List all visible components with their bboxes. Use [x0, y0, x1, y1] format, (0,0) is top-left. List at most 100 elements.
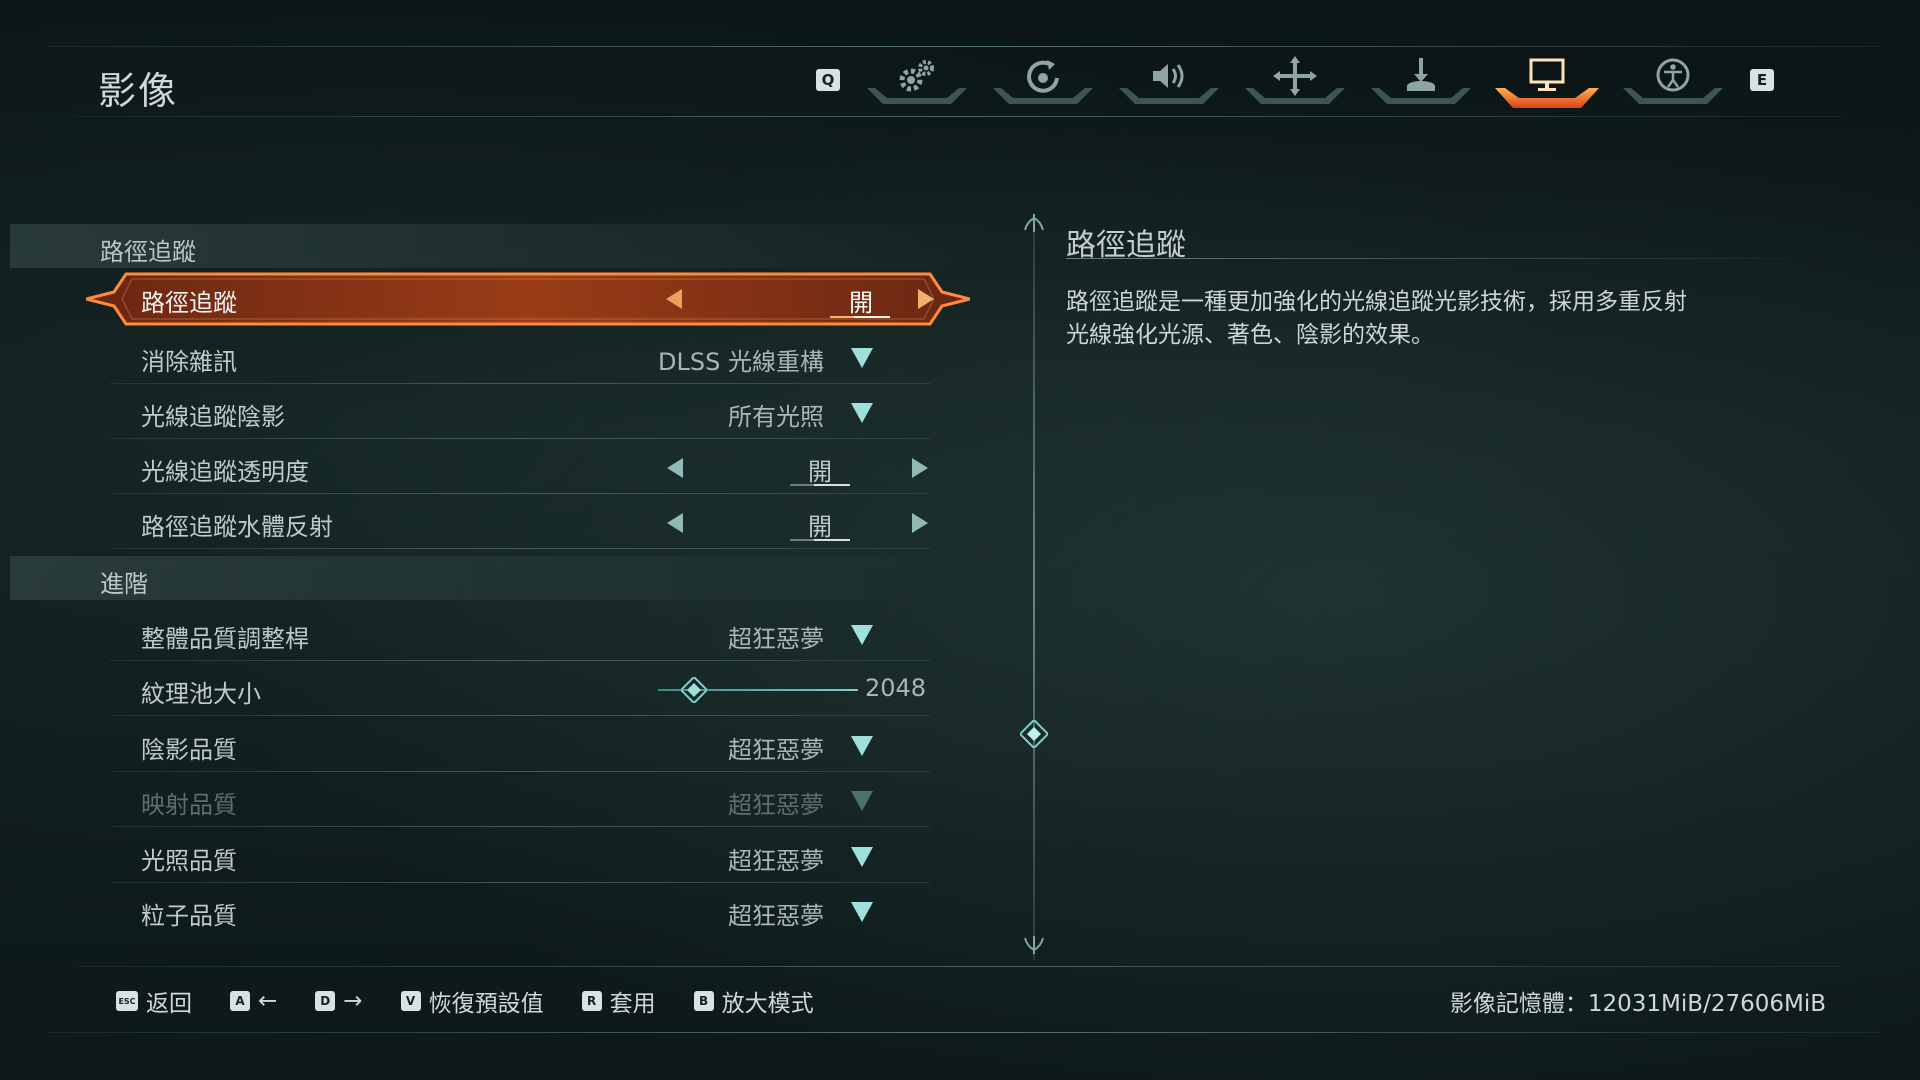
arrow-right-icon[interactable]	[910, 456, 930, 480]
setting-label: 映射品質	[141, 791, 237, 819]
esc-key: ESC	[116, 991, 138, 1011]
b-key: B	[693, 991, 714, 1011]
setting-path-tracing[interactable]: 路徑追蹤 開	[86, 270, 970, 328]
section-header-advanced: 進階	[10, 556, 1000, 600]
setting-lighting-quality[interactable]: 光照品質 超狂惡夢	[110, 829, 930, 883]
setting-shadow-quality[interactable]: 陰影品質 超狂惡夢	[110, 718, 930, 772]
d-key: D	[315, 991, 336, 1011]
right-label: →	[343, 988, 363, 1014]
header-divider	[76, 116, 1844, 117]
page-title: 影像	[98, 69, 179, 113]
arrow-left-icon[interactable]	[665, 511, 685, 535]
setting-texture-pool[interactable]: 紋理池大小 2048	[110, 662, 930, 716]
setting-label: 紋理池大小	[141, 680, 261, 708]
chevron-down-icon[interactable]	[850, 346, 874, 370]
joystick-icon	[1407, 58, 1435, 91]
setting-value: 開	[808, 458, 832, 486]
scrollbar-track[interactable]	[1033, 220, 1035, 960]
setting-label: 光照品質	[141, 847, 237, 875]
setting-label: 光線追蹤陰影	[141, 403, 285, 431]
move-icon	[1273, 56, 1317, 96]
left-button[interactable]: A ←	[230, 988, 277, 1014]
chevron-down-icon[interactable]	[850, 623, 874, 647]
chevron-down-icon[interactable]	[850, 401, 874, 425]
reset-defaults-button[interactable]: V 恢復預設值	[400, 984, 544, 1018]
reset-label: 恢復預設值	[428, 991, 544, 1017]
setting-label: 陰影品質	[141, 736, 237, 764]
vram-usage: 影像記憶體：12031MiB/27606MiB	[1449, 991, 1826, 1017]
gear-icon	[899, 60, 934, 92]
tab-general[interactable]	[865, 52, 969, 108]
setting-rt-shadows[interactable]: 光線追蹤陰影 所有光照	[110, 385, 930, 439]
setting-pt-water-reflection[interactable]: 路徑追蹤水體反射 開	[110, 495, 930, 549]
tab-audio[interactable]	[1117, 52, 1221, 108]
tab-controls[interactable]	[991, 52, 1095, 108]
setting-value: 超狂惡夢	[728, 902, 824, 930]
category-tabs: Q E	[816, 52, 1774, 108]
footer-hints: ESC 返回 A ← D → V 恢復預設值 R 套用 B 放大模式	[116, 984, 852, 1018]
setting-label: 粒子品質	[141, 902, 237, 930]
setting-label: 光線追蹤透明度	[141, 458, 309, 486]
v-key: V	[400, 991, 421, 1011]
toggle-indicator	[790, 539, 850, 541]
arrow-left-icon[interactable]	[664, 287, 684, 311]
setting-value: 開	[808, 513, 832, 541]
accessibility-icon	[1656, 58, 1690, 92]
setting-value: 超狂惡夢	[728, 791, 824, 819]
left-label: ←	[258, 988, 278, 1014]
slider-knob-icon[interactable]	[681, 677, 707, 703]
setting-value: 超狂惡夢	[728, 847, 824, 875]
section-header-path-tracing: 路徑追蹤	[10, 224, 1000, 268]
monitor-icon	[1529, 58, 1565, 91]
description-divider	[1066, 258, 1786, 259]
section-title: 進階	[100, 570, 148, 598]
zoom-label: 放大模式	[721, 991, 814, 1017]
tab-movement[interactable]	[1243, 52, 1347, 108]
setting-label: 整體品質調整桿	[141, 625, 309, 653]
right-button[interactable]: D →	[315, 988, 363, 1014]
toggle-indicator	[790, 484, 850, 486]
chevron-down-icon[interactable]	[850, 845, 874, 869]
setting-reflection-quality: 映射品質 超狂惡夢	[110, 773, 930, 827]
prev-tab-key[interactable]: Q	[816, 69, 840, 91]
setting-label: 路徑追蹤	[141, 289, 237, 317]
setting-value: 超狂惡夢	[728, 625, 824, 653]
setting-value: 所有光照	[728, 403, 824, 431]
frame-bottom-line	[48, 1032, 1880, 1033]
setting-particle-quality[interactable]: 粒子品質 超狂惡夢	[110, 884, 930, 938]
arrow-right-icon[interactable]	[916, 287, 936, 311]
description-text: 路徑追蹤是一種更加強化的光線追蹤光影技術，採用多重反射光線強化光源、著色、陰影的…	[1066, 289, 1687, 348]
chevron-down-icon[interactable]	[850, 734, 874, 758]
scroll-top-ornament-icon	[1024, 214, 1044, 232]
setting-value: 2048	[865, 674, 927, 702]
chevron-down-icon	[851, 791, 873, 811]
setting-denoise[interactable]: 消除雜訊 DLSS 光線重構	[110, 330, 930, 384]
setting-rt-transparency[interactable]: 光線追蹤透明度 開	[110, 440, 930, 494]
next-tab-key[interactable]: E	[1750, 69, 1774, 91]
a-key: A	[230, 991, 250, 1011]
scroll-thumb-icon[interactable]	[1020, 720, 1048, 748]
setting-value: 超狂惡夢	[728, 736, 824, 764]
section-title: 路徑追蹤	[100, 238, 196, 266]
zoom-mode-button[interactable]: B 放大模式	[693, 984, 814, 1018]
setting-label: 路徑追蹤水體反射	[141, 513, 333, 541]
frame-top-line	[48, 46, 1880, 47]
scroll-bottom-ornament-icon	[1024, 936, 1044, 954]
tab-display[interactable]	[1495, 52, 1599, 108]
setting-value: DLSS 光線重構	[658, 348, 824, 376]
speaker-icon	[1153, 64, 1184, 88]
setting-value: 開	[849, 289, 873, 317]
back-button[interactable]: ESC 返回	[116, 984, 192, 1018]
tab-accessibility[interactable]	[1621, 52, 1725, 108]
r-key: R	[581, 991, 602, 1011]
apply-label: 套用	[609, 991, 656, 1017]
chevron-down-icon[interactable]	[850, 900, 874, 924]
apply-button[interactable]: R 套用	[581, 984, 656, 1018]
arrow-left-icon[interactable]	[665, 456, 685, 480]
setting-quality-preset[interactable]: 整體品質調整桿 超狂惡夢	[110, 607, 930, 661]
tab-gamepad[interactable]	[1369, 52, 1473, 108]
setting-label: 消除雜訊	[141, 348, 237, 376]
arrow-right-icon[interactable]	[910, 511, 930, 535]
toggle-indicator	[830, 316, 890, 318]
footer-divider	[76, 966, 1844, 967]
